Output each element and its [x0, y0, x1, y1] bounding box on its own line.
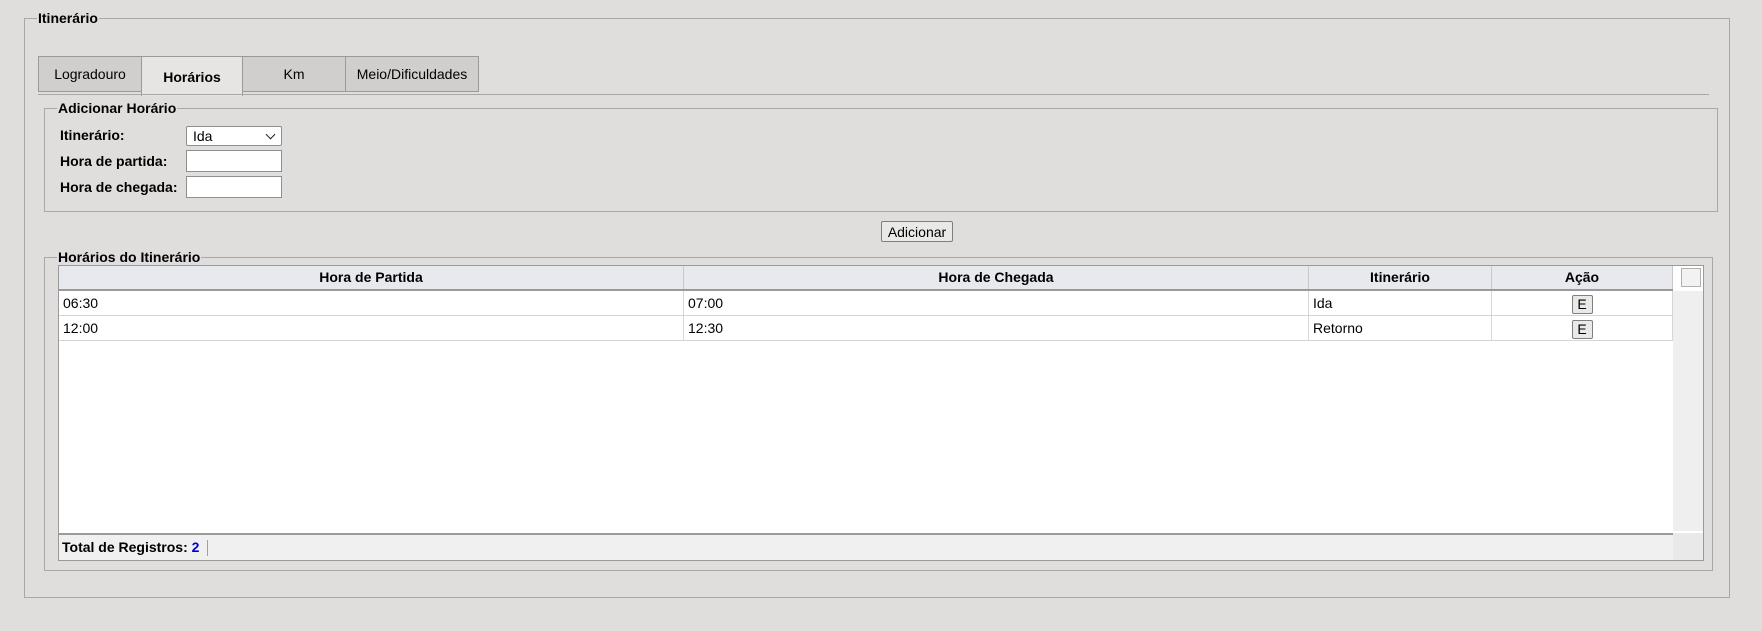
adicionar-horario-legend: Adicionar Horário [58, 100, 177, 116]
column-header-hora-chegada[interactable]: Hora de Chegada [684, 266, 1309, 289]
tab-logradouro[interactable]: Logradouro [38, 56, 142, 92]
column-header-itinerario[interactable]: Itinerário [1309, 266, 1492, 289]
itinerario-legend: Itinerário [38, 10, 98, 26]
grid-scrollbar[interactable] [1673, 291, 1703, 531]
tab-km[interactable]: Km [242, 56, 346, 92]
cell-itinerario: Ida [1309, 291, 1492, 315]
column-header-acao[interactable]: Ação [1492, 266, 1673, 289]
cell-hora-chegada: 12:30 [684, 316, 1309, 340]
cell-hora-partida: 12:00 [59, 316, 684, 340]
itinerario-select[interactable]: Ida [186, 126, 282, 146]
cell-hora-chegada: 07:00 [684, 291, 1309, 315]
grid-header: Hora de Partida Hora de Chegada Itinerár… [59, 266, 1673, 291]
cell-itinerario: Retorno [1309, 316, 1492, 340]
hora-partida-label: Hora de partida: [60, 153, 168, 169]
total-registros-label: Total de Registros: [62, 539, 188, 555]
total-registros-value: 2 [191, 539, 200, 555]
table-row[interactable]: 06:30 07:00 Ida E [59, 291, 1673, 316]
tab-meio-dificuldades[interactable]: Meio/Dificuldades [345, 56, 479, 92]
cell-acao: E [1492, 316, 1673, 340]
edit-button[interactable]: E [1571, 294, 1593, 314]
adicionar-button[interactable]: Adicionar [881, 221, 953, 242]
column-header-hora-partida[interactable]: Hora de Partida [59, 266, 684, 289]
hora-partida-input[interactable] [186, 150, 282, 172]
cell-acao: E [1492, 291, 1673, 315]
cell-hora-partida: 06:30 [59, 291, 684, 315]
hora-chegada-input[interactable] [186, 176, 282, 198]
tabs-divider [38, 94, 1709, 95]
table-row[interactable]: 12:00 12:30 Retorno E [59, 316, 1673, 341]
grid-footer: Total de Registros: 2 [59, 533, 1673, 560]
footer-corner [1673, 533, 1703, 560]
tab-horarios[interactable]: Horários [141, 56, 243, 96]
horarios-itinerario-legend: Horários do Itinerário [58, 249, 201, 265]
footer-divider [207, 540, 209, 557]
hora-chegada-label: Hora de chegada: [60, 179, 178, 195]
itinerario-select-value: Ida [193, 128, 213, 144]
adicionar-horario-fieldset: Adicionar Horário [44, 100, 1718, 212]
edit-button[interactable]: E [1571, 319, 1593, 339]
grid-corner [1681, 268, 1701, 287]
horarios-grid: Hora de Partida Hora de Chegada Itinerár… [58, 265, 1704, 561]
chevron-down-icon [265, 129, 276, 140]
itinerario-label: Itinerário: [60, 127, 125, 143]
